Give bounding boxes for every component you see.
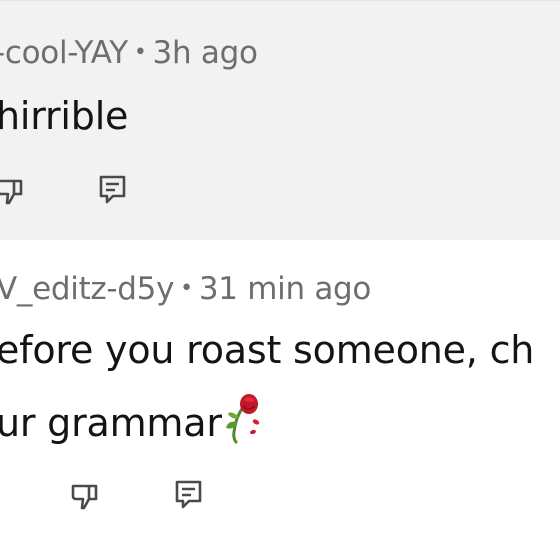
comment-author[interactable]: V_editz-d5y (0, 271, 174, 307)
comment-1: -cool-YAY • 3h ago hirrible (0, 0, 560, 241)
wilted-rose-emoji (222, 392, 266, 444)
dislike-icon (0, 179, 23, 205)
comment-text-line-1: efore you roast someone, ch (0, 328, 535, 372)
reply-icon (175, 480, 202, 509)
comment-meta: V_editz-d5y • 31 min ago (0, 271, 371, 307)
comment-text: hirrible (0, 94, 129, 138)
meta-separator: • (133, 40, 147, 65)
meta-separator: • (180, 276, 193, 301)
dislike-icon (71, 484, 98, 510)
dislike-button[interactable] (0, 175, 26, 207)
comment-text-line-2-text: ur grammar (0, 401, 222, 445)
comment-2: V_editz-d5y • 31 min ago efore you roast s… (0, 240, 560, 560)
comment-timestamp: 31 min ago (198, 271, 372, 307)
comment-meta: -cool-YAY • 3h ago (0, 35, 258, 71)
dislike-button[interactable] (69, 480, 101, 512)
comment-text-line-2: ur grammar (0, 392, 266, 445)
reply-icon (99, 175, 126, 204)
comment-author[interactable]: -cool-YAY (0, 35, 128, 71)
comment-timestamp: 3h ago (152, 35, 258, 71)
reply-button[interactable] (97, 173, 129, 205)
reply-button[interactable] (173, 478, 205, 510)
